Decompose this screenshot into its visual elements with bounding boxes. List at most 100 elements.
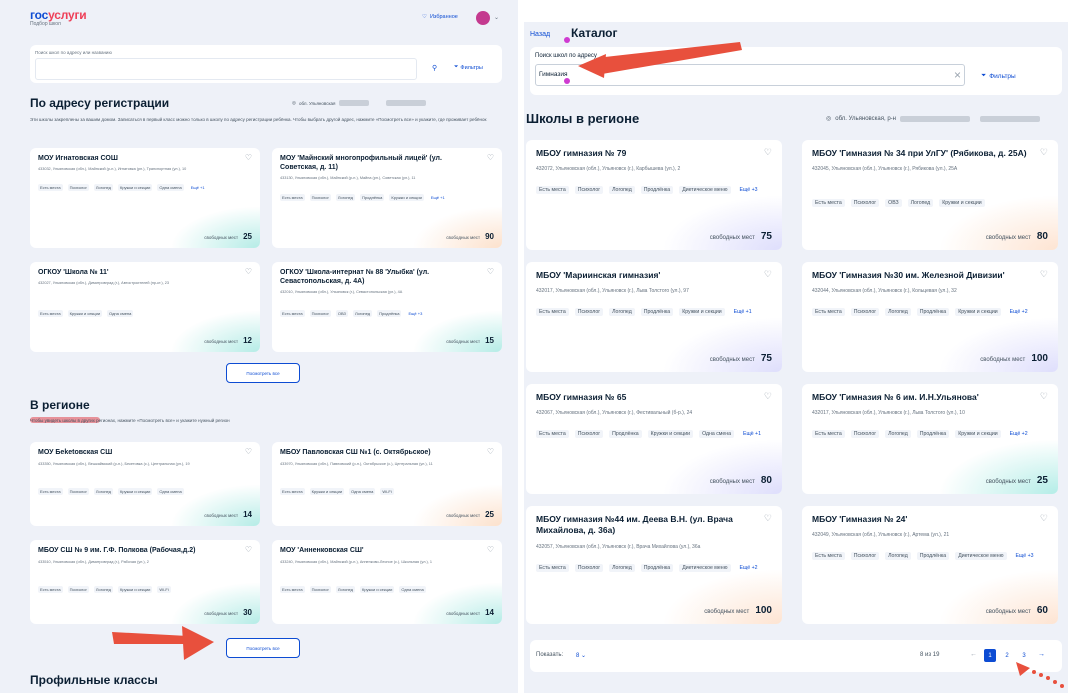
tag: Есть места	[536, 430, 569, 438]
tag: Кружки и секции	[679, 308, 725, 316]
school-name[interactable]: МБОУ 'Гимназия № 24'	[812, 514, 1032, 525]
filters-label: Фильтры	[460, 64, 483, 71]
school-name[interactable]: МБОУ гимназия № 79	[536, 148, 756, 159]
tag: Есть места	[812, 308, 845, 316]
school-card[interactable]: МБОУ Павловская СШ №1 (с. Октябрьское) ♡…	[272, 442, 502, 526]
tag: Кружки и секции	[955, 430, 1001, 438]
chevron-down-icon[interactable]: ⌄	[494, 14, 499, 21]
school-card[interactable]: МБОУ гимназия № 65 ♡ 432067, Ульяновская…	[526, 384, 782, 494]
heart-icon[interactable]: ♡	[1040, 269, 1048, 280]
school-name[interactable]: ОГКОУ 'Школа-интернат № 88 'Улыбка' (ул.…	[280, 268, 480, 286]
tag: Продлёнка	[377, 310, 402, 317]
more-tags-link[interactable]: Ещё +1	[429, 194, 447, 201]
more-tags-link[interactable]: Ещё +2	[737, 564, 761, 572]
heart-icon[interactable]: ♡	[245, 447, 252, 456]
school-card[interactable]: МОУ Игнатовская СОШ ♡ 433032, Ульяновска…	[30, 148, 260, 248]
school-name[interactable]: МБОУ Павловская СШ №1 (с. Октябрьское)	[280, 448, 480, 457]
school-card[interactable]: МБОУ 'Гимназия № 24' ♡ 432049, Ульяновск…	[802, 506, 1058, 624]
more-tags-link[interactable]: Ещё +1	[189, 184, 207, 191]
school-name[interactable]: МОУ Беketовская СШ	[38, 448, 238, 457]
tag: Психолог	[67, 586, 89, 593]
school-name[interactable]: МБОУ 'Гимназия №30 им. Железной Дивизии'	[812, 270, 1032, 281]
more-tags-link[interactable]: Ещё +3	[1013, 552, 1037, 560]
school-name[interactable]: МОУ Игнатовская СОШ	[38, 154, 238, 163]
arrow-left-icon[interactable]: ←	[970, 651, 977, 658]
heart-icon[interactable]: ♡	[1040, 513, 1048, 524]
page-button[interactable]: 2	[1001, 649, 1013, 662]
arrow-right-icon[interactable]: →	[1038, 651, 1045, 658]
school-name[interactable]: МБОУ 'Гимназия № 34 при УлГУ' (Рябикова,…	[812, 148, 1032, 159]
search-input[interactable]	[35, 58, 417, 80]
school-card[interactable]: МБОУ 'Мариинская гимназия' ♡ 432017, Уль…	[526, 262, 782, 372]
close-icon[interactable]: ×	[954, 68, 961, 82]
heart-icon[interactable]: ♡	[1040, 147, 1048, 158]
heart-icon: ♡	[422, 14, 427, 20]
filters-button[interactable]: ⏷ Фильтры	[454, 64, 483, 71]
filters-button[interactable]: ⏷ Фильтры	[981, 72, 1016, 80]
school-card[interactable]: МБОУ гимназия № 79 ♡ 432072, Ульяновская…	[526, 140, 782, 250]
school-card[interactable]: МБОУ гимназия №44 им. Деева В.Н. (ул. Вр…	[526, 506, 782, 624]
school-card[interactable]: МБОУ СШ № 9 им. Г.Ф. Полкова (Рабочая,д.…	[30, 540, 260, 624]
more-tags-link[interactable]: Ещё +2	[1007, 308, 1031, 316]
favorites-link[interactable]: ♡ Избранное	[422, 14, 458, 20]
back-link[interactable]: Назад	[530, 31, 550, 38]
tag: Есть места	[280, 310, 305, 317]
school-name[interactable]: МОУ 'Майнский многопрофильный лицей' (ул…	[280, 154, 480, 172]
tag: Кружки и секции	[67, 310, 103, 317]
school-card[interactable]: ОГКОУ 'Школа-интернат № 88 'Улыбка' (ул.…	[272, 262, 502, 352]
more-tags-link[interactable]: Ещё +1	[740, 430, 764, 438]
school-card[interactable]: МОУ Беketовская СШ ♡ 433350, Ульяновская…	[30, 442, 260, 526]
page-button[interactable]: 3	[1018, 649, 1030, 662]
heart-icon[interactable]: ♡	[764, 147, 772, 158]
school-name[interactable]: МОУ 'Анненковская СШ'	[280, 546, 480, 555]
tag: Психолог	[574, 186, 604, 194]
school-name[interactable]: МБОУ 'Гимназия № 6 им. И.Н.Ульянова'	[812, 392, 1032, 403]
location-icon: ◎	[292, 100, 296, 105]
school-name[interactable]: МБОУ СШ № 9 им. Г.Ф. Полкова (Рабочая,д.…	[38, 546, 238, 555]
heart-icon[interactable]: ♡	[245, 267, 252, 276]
heart-icon[interactable]: ♡	[1040, 391, 1048, 402]
free-count: 100	[755, 605, 772, 616]
school-name[interactable]: МБОУ гимназия №44 им. Деева В.Н. (ул. Вр…	[536, 514, 756, 536]
more-tags-link[interactable]: Ещё +2	[1007, 430, 1031, 438]
free-label: свободных мест	[980, 357, 1026, 363]
gosuslugi-logo[interactable]: госуслуги	[30, 8, 87, 22]
school-name[interactable]: ОГКОУ 'Школа № 11'	[38, 268, 238, 277]
school-name[interactable]: МБОУ 'Мариинская гимназия'	[536, 270, 756, 281]
school-card[interactable]: МБОУ 'Гимназия № 34 при УлГУ' (Рябикова,…	[802, 140, 1058, 250]
heart-icon[interactable]: ♡	[487, 447, 494, 456]
page-button[interactable]: 1	[984, 649, 996, 662]
more-tags-link[interactable]: Ещё +1	[731, 308, 755, 316]
tag: Диетическое меню	[679, 564, 731, 572]
heart-icon[interactable]: ♡	[245, 153, 252, 162]
tag: Продлёнка	[360, 194, 385, 201]
avatar[interactable]	[476, 11, 490, 25]
search-icon[interactable]: ⚲	[432, 64, 437, 72]
section-note: Чтобы увидеть школы в других регионах, н…	[30, 418, 230, 423]
view-all-button[interactable]: Посмотреть все	[226, 638, 300, 658]
more-tags-link[interactable]: Ещё +3	[737, 186, 761, 194]
section-title-region: В регионе	[30, 398, 90, 412]
page-size-select[interactable]: 8 ⌄	[576, 652, 586, 659]
school-card[interactable]: МБОУ 'Гимназия №30 им. Железной Дивизии'…	[802, 262, 1058, 372]
heart-icon[interactable]: ♡	[487, 545, 494, 554]
school-card[interactable]: ОГКОУ 'Школа № 11' ♡ 432027, Ульяновская…	[30, 262, 260, 352]
search-input[interactable]	[535, 64, 965, 86]
heart-icon[interactable]: ♡	[487, 153, 494, 162]
school-card[interactable]: МОУ 'Анненковская СШ' ♡ 433240, Ульяновс…	[272, 540, 502, 624]
heart-icon[interactable]: ♡	[245, 545, 252, 554]
heart-icon[interactable]: ♡	[487, 267, 494, 276]
heart-icon[interactable]: ♡	[764, 269, 772, 280]
tag: Логопед	[609, 564, 635, 572]
school-card[interactable]: МБОУ 'Гимназия № 6 им. И.Н.Ульянова' ♡ 4…	[802, 384, 1058, 494]
school-name[interactable]: МБОУ гимназия № 65	[536, 392, 756, 403]
more-tags-link[interactable]: Ещё +3	[406, 310, 424, 317]
tag: Психолог	[850, 430, 880, 438]
region-selector[interactable]: ◎ обл. Ульяновская, р-н	[826, 115, 1040, 122]
heart-icon[interactable]: ♡	[764, 513, 772, 524]
free-count: 30	[243, 608, 252, 617]
heart-icon[interactable]: ♡	[764, 391, 772, 402]
view-all-button[interactable]: Посмотреть все	[226, 363, 300, 383]
region-selector[interactable]: ◎ обл. Ульяновская	[292, 100, 426, 106]
school-card[interactable]: МОУ 'Майнский многопрофильный лицей' (ул…	[272, 148, 502, 248]
